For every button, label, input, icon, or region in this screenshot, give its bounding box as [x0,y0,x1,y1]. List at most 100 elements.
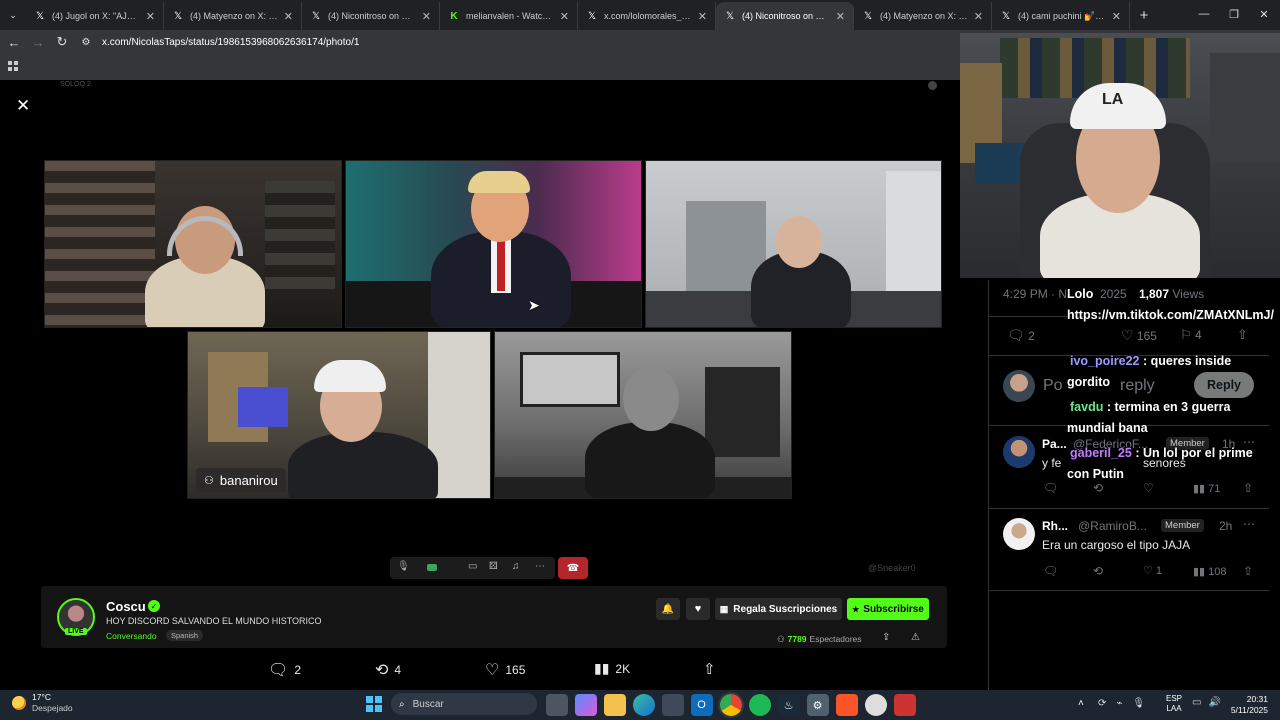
soundboard-icon[interactable]: ♫ [512,561,520,572]
outlook-icon[interactable]: O [690,694,713,716]
tweet-like-stat[interactable]: ♡ 165 [1121,327,1157,344]
edge-icon[interactable] [632,694,655,716]
tab-5[interactable]: 𝕏 (4) Niconitroso on X: "Co ✕ [716,2,854,30]
close-tab-icon[interactable]: ✕ [560,10,569,23]
copilot-icon[interactable] [574,694,597,716]
close-tab-icon[interactable]: ✕ [836,10,845,23]
follow-heart-button[interactable]: ♥ [686,598,710,620]
reply-avatar[interactable] [1003,436,1035,468]
close-tab-icon[interactable]: ✕ [284,10,293,23]
x-icon: 𝕏 [311,10,321,22]
heart-icon: ♡ [1121,327,1134,343]
clock-date: 5/11/2025 [1230,705,1268,715]
language-tag[interactable]: Spanish [166,630,204,641]
activity-icon[interactable]: ⚄ [489,561,498,572]
reply-input[interactable]: Po [1043,377,1063,395]
tab-search-button[interactable]: ⌄ [0,3,26,27]
reply-handle[interactable]: @RamiroB... [1078,519,1147,533]
maximize-button[interactable]: ❐ [1218,0,1250,28]
new-tab-button[interactable]: + [1132,3,1156,27]
close-tab-icon[interactable]: ✕ [1112,10,1121,23]
chat-username: gaberil_25 [1070,446,1132,460]
file-explorer-icon[interactable] [603,694,626,716]
system-tray-quick[interactable]: ▭ 🔊 [1192,697,1221,708]
brave-icon[interactable] [835,694,858,716]
spotify-icon[interactable] [748,694,771,716]
tab-4[interactable]: 𝕏x.com/lolomorales_/status ✕ [578,2,716,30]
start-button[interactable] [366,696,382,712]
taskbar-search[interactable]: ⌕ Buscar [391,693,537,715]
chrome-icon[interactable] [719,694,742,716]
back-icon[interactable]: ← [2,30,26,54]
site-info-icon[interactable]: ⚙ [74,30,98,54]
share-icon[interactable]: ⇪ [882,632,890,643]
notification-bell-button[interactable]: 🔔 [656,598,680,620]
tweet-reply-stat[interactable]: 🗨 2 [1007,327,1035,344]
reply-more-icon[interactable]: ⋯ [1243,517,1255,531]
camera-icon[interactable] [427,564,437,571]
screen-share-icon[interactable]: ▭ [468,561,477,572]
tab-0[interactable]: 𝕏 (4) Jugol on X: "AJAJAJAJ ✕ [26,2,164,30]
reply-comment-icon[interactable]: 🗨 [1043,564,1058,578]
tab-7[interactable]: 𝕏 (4) cami puchini 💅 on X: ✕ [992,2,1130,30]
tab-1[interactable]: 𝕏 (4) Matyenzo on X: "los m ✕ [164,2,302,30]
tray-chevron-icon[interactable]: ˄ [1078,698,1084,709]
tab-2[interactable]: 𝕏 (4) Niconitroso on X: "A m ✕ [302,2,440,30]
apps-grid-icon[interactable] [8,61,18,71]
tab-6[interactable]: 𝕏 (4) Matyenzo on X: "los m ✕ [854,2,992,30]
minimize-button[interactable]: — [1188,0,1220,28]
reply-author[interactable]: Pa... [1042,437,1067,451]
reply-like[interactable]: ♡ 1 [1143,564,1162,577]
watermark: @Sneaker0 [868,563,916,573]
weather-widget[interactable]: 17°C Despejado [12,692,73,714]
repost-button[interactable]: ⟲ 4 [375,660,401,680]
stream-category[interactable]: Conversando [106,631,157,641]
reply-comment-icon[interactable]: 🗨 [1043,481,1058,495]
like-button[interactable]: ♡ 165 [485,660,525,680]
views-button[interactable]: ▮▮ 2K [594,660,630,677]
share-post-button[interactable]: ⇧ [703,660,716,678]
close-tab-icon[interactable]: ✕ [698,10,707,23]
reply-views[interactable]: ▮▮ 108 [1193,565,1227,578]
close-tab-icon[interactable]: ✕ [974,10,983,23]
url-field[interactable]: x.com/NicolasTaps/status/198615396806263… [102,37,359,48]
reply-avatar[interactable] [1003,518,1035,550]
hang-up-button[interactable]: ☎ [558,557,588,579]
report-icon[interactable]: ⚠ [911,632,920,643]
tab-3[interactable]: Kmelianvalen - Watch clips ✕ [440,2,578,30]
language-indicator[interactable]: ESP LAA [1166,694,1182,714]
reply-share-icon[interactable]: ⇧ [1243,564,1253,578]
settings-icon[interactable]: ⚙ [806,694,829,716]
pane-divider [988,280,989,690]
subscribe-button[interactable]: ★ Subscribirse [847,598,929,620]
obs-icon[interactable] [864,694,887,716]
share-icon[interactable]: ⇧ [1237,327,1248,343]
close-icon[interactable]: ✕ [16,96,30,116]
reply-author[interactable]: Rh... [1042,519,1068,533]
channel-name[interactable]: Coscu [106,599,146,614]
reload-icon[interactable]: ↻ [50,30,74,54]
taskbar-apps: O ♨ ⚙ [542,694,919,716]
store-icon[interactable] [661,694,684,716]
tweet-bookmark-stat[interactable]: ⚐ 4 [1180,327,1202,343]
task-view-icon[interactable] [545,694,568,716]
clock[interactable]: 20:31 5/11/2025 [1226,694,1268,716]
network-icon[interactable]: ⌁ [1116,698,1122,709]
mic-icon[interactable]: 🎙 [397,561,410,572]
reply-text: Era un cargoso el tipo JAJA [1042,538,1191,552]
reply-repost-icon[interactable]: ⟲ [1093,564,1103,578]
stream-title: HOY DISCORD SALVANDO EL MUNDO HISTORICO [106,616,322,626]
forward-icon[interactable]: → [26,30,50,54]
close-window-button[interactable]: ✕ [1248,0,1280,28]
reply-button[interactable]: 🗨 2 [268,660,301,680]
more-icon[interactable]: ⋯ [535,561,545,572]
chat-message: favdu : termina en 3 guerra mundial bana [1067,397,1277,439]
close-tab-icon[interactable]: ✕ [422,10,431,23]
close-tab-icon[interactable]: ✕ [146,10,155,23]
recording-app-icon[interactable] [893,694,916,716]
steam-icon[interactable]: ♨ [777,694,800,716]
mic-tray-icon[interactable]: 🎙 [1132,698,1145,709]
gift-subs-button[interactable]: ▦ Regala Suscripciones [715,598,842,620]
sync-icon[interactable]: ⟳ [1098,698,1106,709]
subscribe-label: Subscribirse [863,603,924,615]
